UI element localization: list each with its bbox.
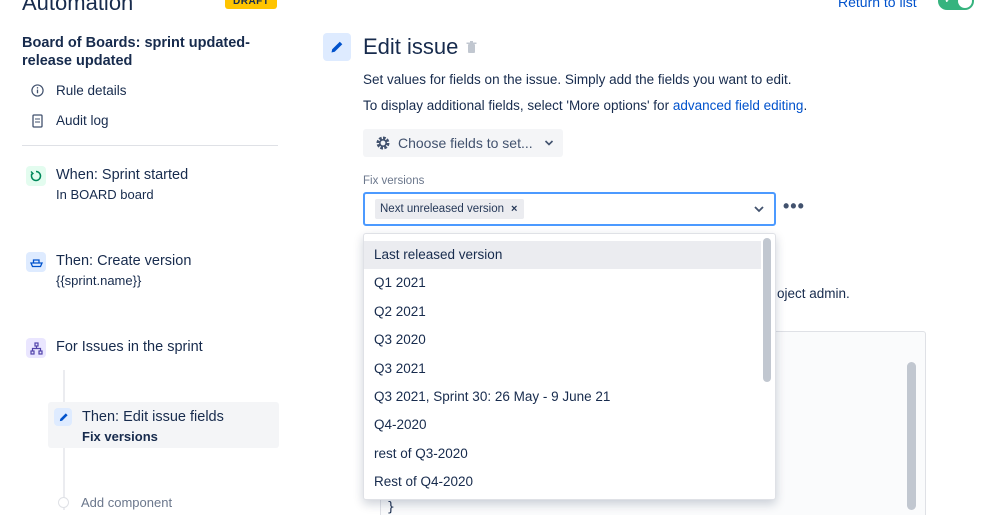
step-for-issues-branch[interactable]: For Issues in the sprint xyxy=(26,338,203,358)
rule-details-label: Rule details xyxy=(56,83,127,98)
add-component-button[interactable]: Add component xyxy=(58,495,172,510)
dropdown-option[interactable]: Q3 2021 xyxy=(364,355,761,383)
draft-badge: DRAFT xyxy=(225,0,278,9)
choose-fields-button[interactable]: Choose fields to set... xyxy=(363,129,563,157)
step-title: Then: Create version xyxy=(56,253,192,269)
editor-scrollbar[interactable] xyxy=(907,362,916,510)
chevron-down-icon xyxy=(544,139,554,147)
add-component-circle-icon xyxy=(58,497,69,508)
dropdown-option[interactable]: rest of Q3-2020 xyxy=(364,440,761,468)
step-title: For Issues in the sprint xyxy=(56,339,203,355)
dropdown-option[interactable]: Q3 2021, Sprint 30: 26 May - 9 June 21 xyxy=(364,383,761,411)
fix-versions-dropdown-menu: Last released version Q1 2021 Q2 2021 Q3… xyxy=(363,233,776,500)
return-to-list-link[interactable]: Return to list xyxy=(838,0,917,10)
fix-versions-select[interactable]: Next unreleased version × xyxy=(363,192,776,226)
trash-icon[interactable] xyxy=(466,40,477,54)
branch-icon xyxy=(26,338,46,358)
step-subtitle: In BOARD board xyxy=(56,187,154,202)
choose-fields-label: Choose fields to set... xyxy=(398,135,533,151)
toggle-knob xyxy=(958,0,972,8)
rule-title: Board of Boards: sprint updated-release … xyxy=(22,35,250,69)
dropdown-option[interactable]: Q2 2021 xyxy=(364,298,761,326)
background-partial-text: oject admin. xyxy=(777,286,850,301)
dropdown-option[interactable]: Q3 2020 xyxy=(364,326,761,354)
ship-icon xyxy=(26,252,46,272)
document-icon xyxy=(30,113,44,128)
pencil-icon xyxy=(331,41,343,53)
dropdown-option[interactable]: Q1 2021 xyxy=(364,269,761,297)
rule-enabled-toggle[interactable]: ✓ xyxy=(938,0,974,10)
step-title: Then: Edit issue fields xyxy=(82,409,224,425)
advanced-description: To display additional fields, select 'Mo… xyxy=(363,98,807,113)
sprint-trigger-icon xyxy=(26,166,46,186)
dropdown-option[interactable]: Q4-2020 xyxy=(364,411,761,439)
selected-version-tag: Next unreleased version × xyxy=(375,199,525,219)
rule-details-link[interactable]: Rule details xyxy=(30,83,127,98)
page-title: Automation xyxy=(22,0,134,15)
edit-issue-icon xyxy=(323,33,351,61)
step-subtitle: {{sprint.name}} xyxy=(56,273,142,288)
info-icon xyxy=(30,84,44,98)
audit-log-label: Audit log xyxy=(56,113,109,128)
pencil-icon xyxy=(54,408,72,426)
gear-icon xyxy=(375,135,391,151)
dropdown-option[interactable]: Rest of Q4-2020 xyxy=(364,468,761,496)
advanced-description-suffix: . xyxy=(803,98,808,113)
add-component-label: Add component xyxy=(81,495,173,510)
check-icon: ✓ xyxy=(944,0,954,6)
description-text: Set values for fields on the issue. Simp… xyxy=(363,72,792,87)
remove-tag-icon[interactable]: × xyxy=(511,203,517,215)
fix-versions-label: Fix versions xyxy=(363,175,425,187)
tag-label: Next unreleased version xyxy=(380,203,505,215)
more-options-button[interactable]: ••• xyxy=(783,196,805,217)
advanced-description-text: To display additional fields, select 'Mo… xyxy=(363,98,673,113)
chevron-down-icon[interactable] xyxy=(752,202,766,221)
sidebar-divider xyxy=(22,145,278,146)
component-title: Edit issue xyxy=(363,34,477,60)
edit-issue-title: Edit issue xyxy=(363,34,459,59)
advanced-field-editing-link[interactable]: advanced field editing xyxy=(673,98,804,113)
step-title: When: Sprint started xyxy=(56,167,189,183)
step-edit-issue-fields[interactable]: Then: Edit issue fields Fix versions xyxy=(48,402,279,448)
step-subtitle: Fix versions xyxy=(82,429,158,444)
audit-log-link[interactable]: Audit log xyxy=(30,113,109,128)
step-trigger-sprint-started[interactable]: When: Sprint started In BOARD board xyxy=(26,166,188,204)
editor-brace-text: } xyxy=(387,500,395,515)
dropdown-scrollbar[interactable] xyxy=(763,238,771,382)
step-create-version[interactable]: Then: Create version {{sprint.name}} xyxy=(26,252,191,290)
dropdown-option[interactable]: Last released version xyxy=(364,241,761,270)
